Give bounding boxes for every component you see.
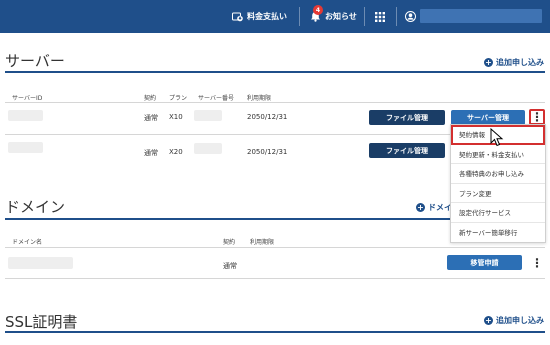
more-options-button[interactable]: ⋮ — [529, 109, 545, 125]
server-add-label: 追加申し込み — [496, 58, 544, 67]
table-divider — [5, 278, 545, 279]
col-server-id: サーバーID — [12, 95, 43, 102]
grid-icon — [375, 11, 385, 22]
user-name-redacted — [420, 9, 542, 23]
row-contract: 通常 — [144, 114, 158, 122]
col-server-number: サーバー番号 — [198, 95, 234, 102]
kebab-icon: ⋮ — [531, 256, 543, 270]
domain-section-title: ドメイン — [5, 198, 66, 216]
transfer-request-button[interactable]: 移管申請 — [447, 255, 522, 270]
file-manager-button[interactable]: ファイル管理 — [369, 143, 445, 158]
notifications-label: お知らせ — [325, 12, 357, 21]
payment-label: 料金支払い — [247, 12, 287, 21]
header-divider — [396, 7, 397, 26]
col-contract: 契約 — [223, 239, 236, 246]
plus-circle-icon: + — [416, 203, 425, 212]
server-section-title: サーバー — [5, 52, 65, 70]
ssl-add-link[interactable]: + 追加申し込み — [484, 315, 544, 326]
ssl-add-label: 追加申し込み — [496, 316, 544, 325]
top-navigation-bar: ¥ 料金支払い お知らせ 4 — [0, 0, 550, 33]
file-manager-button[interactable]: ファイル管理 — [369, 110, 445, 125]
user-avatar-icon — [405, 11, 416, 22]
server-number-redacted — [194, 110, 222, 121]
server-number-redacted — [194, 143, 222, 154]
payment-icon: ¥ — [232, 12, 243, 22]
table-divider — [5, 102, 545, 103]
header-divider — [299, 7, 300, 26]
apps-grid-button[interactable] — [375, 0, 385, 33]
payment-link[interactable]: ¥ 料金支払い — [232, 0, 287, 33]
section-divider — [5, 331, 545, 333]
mouse-cursor-icon — [490, 128, 504, 147]
menu-item-plan-change[interactable]: プラン変更 — [451, 184, 545, 203]
section-divider — [5, 71, 545, 73]
domain-add-label: ドメイ — [428, 203, 452, 212]
col-contract: 契約 — [144, 95, 157, 102]
col-plan: プラン — [169, 95, 188, 102]
svg-text:¥: ¥ — [239, 16, 242, 21]
col-expiry: 利用期限 — [250, 239, 275, 246]
server-id-redacted — [8, 110, 43, 121]
server-add-link[interactable]: + 追加申し込み — [484, 57, 544, 68]
col-expiry: 利用期限 — [247, 95, 272, 102]
row-contract: 通常 — [144, 149, 158, 157]
notification-count-badge: 4 — [313, 5, 323, 15]
row-plan: X10 — [169, 113, 183, 121]
menu-item-setup-service[interactable]: 設定代行サービス — [451, 203, 545, 223]
server-manager-button[interactable]: サーバー管理 — [451, 110, 525, 125]
plus-circle-icon: + — [484, 316, 493, 325]
ssl-section-title: SSL証明書 — [5, 313, 78, 331]
domain-name-redacted — [8, 257, 73, 269]
row-contract: 通常 — [223, 262, 237, 270]
server-id-redacted — [8, 142, 43, 153]
header-divider — [364, 7, 365, 26]
col-domain-name: ドメイン名 — [12, 239, 43, 246]
more-options-button[interactable]: ⋮ — [529, 255, 545, 271]
row-plan: X20 — [169, 148, 183, 156]
user-menu-button[interactable] — [405, 0, 416, 33]
row-expiry: 2050/12/31 — [247, 113, 288, 121]
plus-circle-icon: + — [484, 58, 493, 67]
row-expiry: 2050/12/31 — [247, 148, 288, 156]
menu-item-server-migration[interactable]: 新サーバー簡単移行 — [451, 223, 545, 243]
table-divider — [5, 247, 545, 248]
kebab-icon: ⋮ — [531, 110, 543, 124]
menu-item-special-benefits[interactable]: 各種特典のお申し込み — [451, 164, 545, 184]
domain-add-link[interactable]: + ドメイ — [416, 202, 452, 213]
